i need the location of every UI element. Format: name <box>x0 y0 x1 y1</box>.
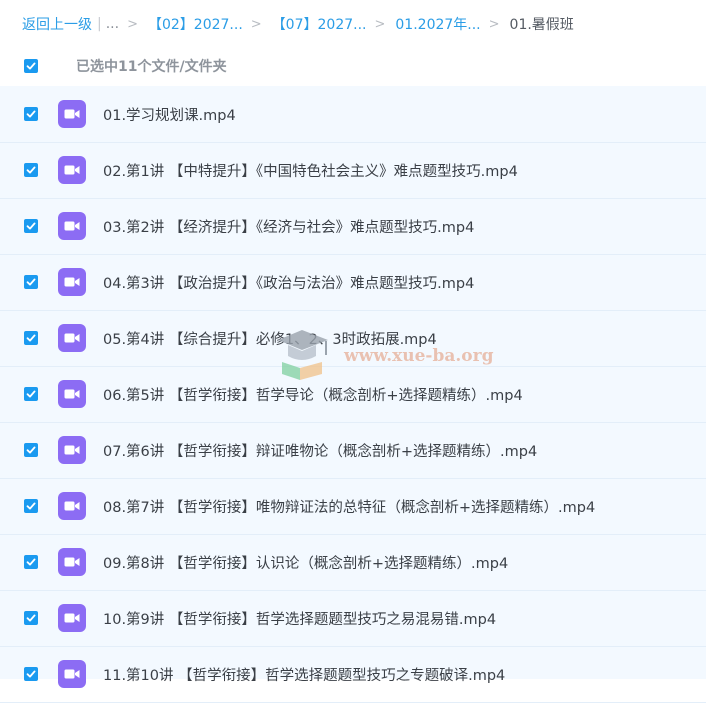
file-name[interactable]: 03.第2讲 【经济提升】《经济与社会》难点题型技巧.mp4 <box>103 216 474 237</box>
check-icon <box>26 502 36 510</box>
video-file-icon <box>58 548 86 576</box>
breadcrumb-item-1[interactable]: 【02】2027... <box>148 14 243 34</box>
file-name[interactable]: 11.第10讲 【哲学衔接】哲学选择题题型技巧之专题破译.mp4 <box>103 664 505 685</box>
file-checkbox[interactable] <box>24 163 38 177</box>
file-row[interactable]: 08.第7讲 【哲学衔接】唯物辩证法的总特征（概念剖析+选择题精练）.mp4 <box>0 478 706 535</box>
check-icon <box>26 614 36 622</box>
video-file-icon <box>58 100 86 128</box>
check-icon <box>26 166 36 174</box>
breadcrumb-item-3[interactable]: 01.2027年... <box>395 14 480 34</box>
file-row[interactable]: 09.第8讲 【哲学衔接】认识论（概念剖析+选择题精练）.mp4 <box>0 534 706 591</box>
file-row[interactable]: 06.第5讲 【哲学衔接】哲学导论（概念剖析+选择题精练）.mp4 <box>0 366 706 423</box>
video-file-icon <box>58 492 86 520</box>
check-icon <box>26 62 36 70</box>
video-file-icon <box>58 324 86 352</box>
file-row[interactable]: 01.学习规划课.mp4 <box>0 86 706 143</box>
file-checkbox[interactable] <box>24 387 38 401</box>
breadcrumb-ellipsis[interactable]: ... <box>106 16 119 32</box>
file-row[interactable]: 02.第1讲 【中特提升】《中国特色社会主义》难点题型技巧.mp4 <box>0 142 706 199</box>
video-file-icon <box>58 436 86 464</box>
back-link[interactable]: 返回上一级 <box>22 14 92 34</box>
video-file-icon <box>58 268 86 296</box>
file-name[interactable]: 08.第7讲 【哲学衔接】唯物辩证法的总特征（概念剖析+选择题精练）.mp4 <box>103 496 595 517</box>
video-file-icon <box>58 380 86 408</box>
file-checkbox[interactable] <box>24 275 38 289</box>
video-file-icon <box>58 660 86 688</box>
breadcrumb-current: 01.暑假班 <box>509 17 574 33</box>
chevron-right-icon: > <box>127 16 138 32</box>
file-row[interactable]: 11.第10讲 【哲学衔接】哲学选择题题型技巧之专题破译.mp4 <box>0 646 706 703</box>
check-icon <box>26 670 36 678</box>
chevron-right-icon: > <box>250 16 262 32</box>
chevron-right-icon: > <box>374 16 386 32</box>
check-icon <box>26 110 36 118</box>
file-name[interactable]: 06.第5讲 【哲学衔接】哲学导论（概念剖析+选择题精练）.mp4 <box>103 384 523 405</box>
video-file-icon <box>58 212 86 240</box>
breadcrumb-item-2[interactable]: 【07】2027... <box>272 14 367 34</box>
file-name[interactable]: 07.第6讲 【哲学衔接】辩证唯物论（概念剖析+选择题精练）.mp4 <box>103 440 537 461</box>
check-icon <box>26 278 36 286</box>
check-icon <box>26 446 36 454</box>
selection-count: 已选中11个文件/文件夹 <box>76 59 227 75</box>
breadcrumb: 返回上一级 | ... > 【02】2027... > 【07】2027... … <box>22 10 706 38</box>
select-all-checkbox[interactable] <box>24 59 38 73</box>
file-checkbox[interactable] <box>24 331 38 345</box>
file-row[interactable]: 03.第2讲 【经济提升】《经济与社会》难点题型技巧.mp4 <box>0 198 706 255</box>
video-file-icon <box>58 156 86 184</box>
check-icon <box>26 558 36 566</box>
file-checkbox[interactable] <box>24 443 38 457</box>
file-row[interactable]: 05.第4讲 【综合提升】必修1、2、3时政拓展.mp4 <box>0 310 706 367</box>
selection-bar: 已选中11个文件/文件夹 <box>0 44 706 88</box>
file-checkbox[interactable] <box>24 107 38 121</box>
file-name[interactable]: 01.学习规划课.mp4 <box>103 104 236 125</box>
check-icon <box>26 334 36 342</box>
breadcrumb-divider: | <box>97 16 102 32</box>
file-name[interactable]: 04.第3讲 【政治提升】《政治与法治》难点题型技巧.mp4 <box>103 272 474 293</box>
file-row[interactable]: 04.第3讲 【政治提升】《政治与法治》难点题型技巧.mp4 <box>0 254 706 311</box>
file-row[interactable]: 07.第6讲 【哲学衔接】辩证唯物论（概念剖析+选择题精练）.mp4 <box>0 422 706 479</box>
file-checkbox[interactable] <box>24 219 38 233</box>
file-name[interactable]: 09.第8讲 【哲学衔接】认识论（概念剖析+选择题精练）.mp4 <box>103 552 508 573</box>
file-name[interactable]: 10.第9讲 【哲学衔接】哲学选择题题型技巧之易混易错.mp4 <box>103 608 496 629</box>
check-icon <box>26 222 36 230</box>
file-name[interactable]: 05.第4讲 【综合提升】必修1、2、3时政拓展.mp4 <box>103 328 437 349</box>
file-name[interactable]: 02.第1讲 【中特提升】《中国特色社会主义》难点题型技巧.mp4 <box>103 160 518 181</box>
file-row[interactable]: 10.第9讲 【哲学衔接】哲学选择题题型技巧之易混易错.mp4 <box>0 590 706 647</box>
check-icon <box>26 390 36 398</box>
file-checkbox[interactable] <box>24 611 38 625</box>
file-checkbox[interactable] <box>24 499 38 513</box>
chevron-right-icon: > <box>488 16 500 32</box>
video-file-icon <box>58 604 86 632</box>
file-list: 01.学习规划课.mp4 02.第1讲 【中特提升】《中国特色社会主义》难点题型技… <box>0 86 706 703</box>
file-checkbox[interactable] <box>24 555 38 569</box>
